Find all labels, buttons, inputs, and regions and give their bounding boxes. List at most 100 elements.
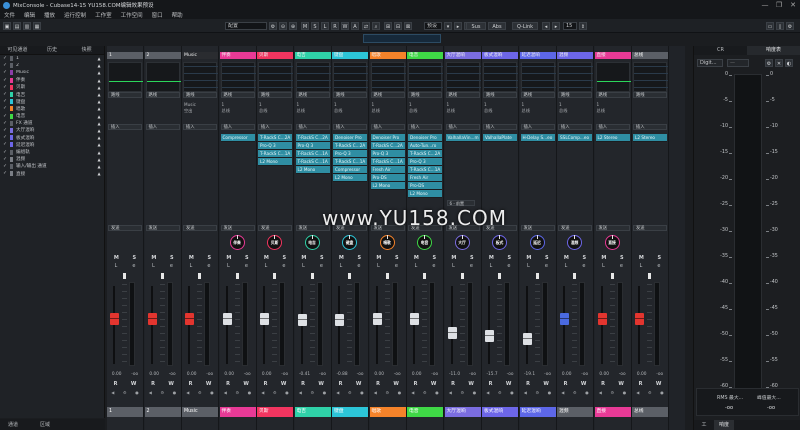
insert-plugin-slot[interactable]: Compressor: [220, 134, 255, 142]
arrow-right-icon[interactable]: ▸: [552, 22, 560, 30]
channel-footer-name[interactable]: 键盘: [332, 407, 368, 417]
record-icon[interactable]: ●: [323, 390, 327, 397]
volume-fader[interactable]: [635, 312, 644, 325]
pan-indicator[interactable]: [235, 273, 239, 279]
write-button[interactable]: W: [431, 381, 437, 387]
channel-visibility-item[interactable]: ✓ 大厅混响 ▲: [0, 127, 104, 134]
channel-header-name[interactable]: 总线: [632, 52, 668, 59]
edit-button[interactable]: e: [545, 263, 548, 269]
record-icon[interactable]: ●: [398, 390, 402, 397]
solo-button[interactable]: S: [320, 255, 324, 261]
volume-value[interactable]: -11.0: [449, 372, 460, 377]
record-icon[interactable]: ●: [435, 390, 439, 397]
routing-label[interactable]: 路线: [408, 92, 442, 98]
write-button[interactable]: W: [393, 381, 399, 387]
record-icon[interactable]: ●: [660, 390, 664, 397]
listen-button[interactable]: L: [152, 263, 155, 269]
insert-plugin-slot[interactable]: Pro-Q 3: [295, 142, 330, 150]
insert-plugin-slot[interactable]: Pro-Q 3: [408, 158, 442, 166]
listen-button[interactable]: L: [265, 263, 268, 269]
edit-button[interactable]: e: [245, 263, 248, 269]
read-button[interactable]: R: [264, 381, 268, 387]
write-button[interactable]: W: [581, 381, 587, 387]
listen-button[interactable]: L: [640, 263, 643, 269]
pan-indicator[interactable]: [123, 273, 126, 279]
sends-label[interactable]: 发送: [520, 225, 555, 231]
layout-icon[interactable]: ⊠: [404, 22, 412, 30]
channel-strip[interactable]: 混频 路线 1 总线 插入 SSLComp...eo 发送 混频 M S Le 0.00 -oo R W ◀ ⚙…: [557, 46, 594, 430]
read-button[interactable]: R: [564, 381, 568, 387]
peak-value[interactable]: -oo: [131, 372, 138, 377]
channel-footer-name[interactable]: 电音: [407, 407, 443, 417]
visibility-checkbox[interactable]: ✓: [0, 63, 10, 68]
pan-knob[interactable]: 唱歌: [379, 235, 395, 250]
visibility-checkbox[interactable]: ✓: [0, 70, 10, 75]
listen-button[interactable]: L: [490, 263, 493, 269]
volume-fader[interactable]: [597, 312, 607, 325]
settings-icon[interactable]: ⚙: [498, 390, 502, 397]
edit-button[interactable]: e: [207, 263, 210, 269]
speaker-icon[interactable]: ◀: [186, 390, 189, 397]
volume-value[interactable]: -0.41: [299, 372, 310, 377]
visibility-checkbox[interactable]: ✓: [0, 135, 10, 140]
preset-load-icon[interactable]: ▸: [454, 22, 462, 30]
write-button[interactable]: W: [356, 381, 362, 387]
channel-visibility-item[interactable]: ✓ 伴奏 ▲: [0, 77, 104, 84]
channel-header-name[interactable]: 混频: [557, 52, 593, 59]
channel-header-name[interactable]: 直接: [594, 52, 631, 59]
inserts-label[interactable]: 插入: [258, 124, 292, 130]
pan-indicator[interactable]: [573, 273, 576, 279]
write-button[interactable]: W: [318, 381, 324, 387]
settings-gear-icon[interactable]: ⚙: [786, 22, 794, 30]
channel-footer-name[interactable]: 延迟混响: [519, 407, 556, 417]
speaker-icon[interactable]: ◀: [261, 390, 264, 397]
speaker-icon[interactable]: ◀: [299, 390, 302, 397]
listen-button[interactable]: L: [565, 263, 568, 269]
routing-label[interactable]: 路线: [183, 92, 217, 98]
insert-plugin-slot[interactable]: T-RackS C...2A: [408, 150, 442, 158]
preset-store-icon[interactable]: ▾: [444, 22, 452, 30]
peak-value[interactable]: -oo: [357, 372, 364, 377]
pan-indicator[interactable]: [460, 273, 464, 279]
insert-plugin-slot[interactable]: Pro-DS: [370, 174, 405, 182]
channel-footer-name[interactable]: 2: [144, 407, 181, 417]
write-button[interactable]: W: [206, 381, 212, 387]
inserts-label[interactable]: 插入: [333, 124, 367, 130]
pan-indicator[interactable]: [273, 273, 276, 279]
edit-button[interactable]: e: [357, 263, 360, 269]
speaker-icon[interactable]: ◀: [149, 390, 152, 397]
insert-plugin-slot[interactable]: T-RackS C...2A: [258, 134, 292, 142]
settings-icon[interactable]: ⚙: [460, 390, 464, 397]
insert-plugin-slot[interactable]: Pro-Q 3: [370, 150, 405, 158]
channel-visibility-item[interactable]: ✓ 键盘 ▲: [0, 98, 104, 105]
channel-header-name[interactable]: 伴奏: [219, 52, 256, 59]
channel-visibility-item[interactable]: ✓ 1 ▲: [0, 55, 104, 62]
insert-plugin-slot[interactable]: T-RackS C...2A: [333, 142, 367, 150]
record-icon[interactable]: ●: [473, 390, 477, 397]
settings-icon[interactable]: ⚙: [235, 390, 239, 397]
tab-control-room[interactable]: CR: [694, 46, 747, 55]
channel-footer-name[interactable]: Music: [182, 407, 218, 417]
channel-strip[interactable]: 2 路线 插入 发送 M S Le 0.00 -oo R W ◀ ⚙ ● 2: [144, 46, 182, 430]
insert-plugin-slot[interactable]: ValhallaPlate: [483, 134, 517, 142]
tab-zones[interactable]: 区域: [40, 421, 50, 428]
insert-plugin-slot[interactable]: L2 Mono: [370, 182, 405, 190]
mute-button[interactable]: M: [339, 255, 344, 261]
solo-button[interactable]: S: [208, 255, 212, 261]
peak-value[interactable]: -oo: [507, 372, 514, 377]
sends-label[interactable]: 发送: [220, 225, 255, 231]
channel-footer-name[interactable]: 总线: [632, 407, 668, 417]
pan-indicator[interactable]: [535, 273, 539, 279]
volume-fader[interactable]: [185, 312, 194, 325]
routing-label[interactable]: 路线: [445, 92, 480, 98]
speaker-icon[interactable]: ◀: [336, 390, 339, 397]
listen-button[interactable]: L: [190, 263, 193, 269]
edit-button[interactable]: e: [395, 263, 398, 269]
inserts-label[interactable]: 插入: [145, 124, 180, 130]
listen-button[interactable]: L: [115, 263, 118, 269]
channel-strip[interactable]: 电音 路线 1 总线 插入 Denoiser Pro Auto-Tun...ro T-Rack…: [407, 46, 444, 430]
channel-header-name[interactable]: 电音: [407, 52, 443, 59]
mute-button[interactable]: M: [639, 255, 644, 261]
tab-tools[interactable]: 工: [694, 420, 714, 430]
read-button[interactable]: R: [331, 22, 339, 30]
